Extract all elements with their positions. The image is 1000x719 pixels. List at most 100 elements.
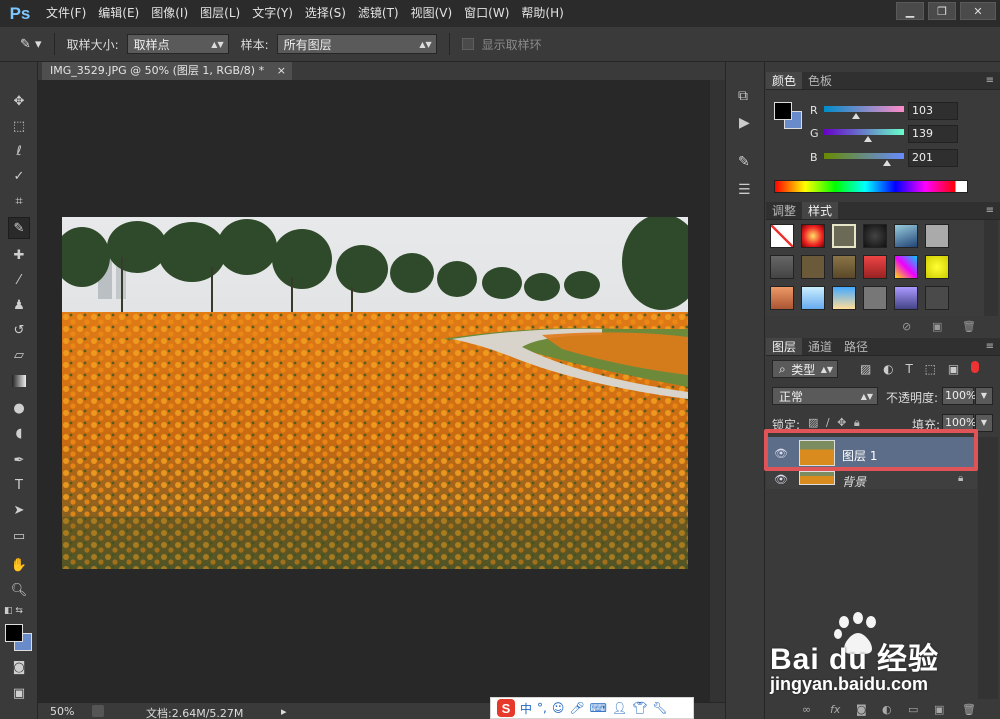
shape-tool-icon[interactable]: ▭ xyxy=(8,525,30,547)
keyboard-icon[interactable]: ⌨ xyxy=(590,701,607,715)
visibility-eye-icon[interactable]: 👁︎ xyxy=(774,473,788,486)
tab-color[interactable]: 颜色 xyxy=(766,72,803,89)
sogou-logo[interactable]: S xyxy=(497,699,515,717)
delete-style-icon[interactable]: 🗑︎ xyxy=(962,320,976,333)
panel-menu-icon[interactable]: ≡ xyxy=(986,341,994,352)
style-cell[interactable] xyxy=(832,286,856,310)
zoom-level[interactable]: 50% xyxy=(50,705,74,718)
wrench-icon[interactable]: 🔧︎ xyxy=(652,701,667,715)
adjustment-layer-icon[interactable]: ◐ xyxy=(882,703,892,716)
close-button[interactable]: ✕ xyxy=(960,2,996,20)
history-panel-icon[interactable]: ⧉ xyxy=(738,88,748,104)
delete-layer-icon[interactable]: 🗑︎ xyxy=(962,703,976,716)
menu-view[interactable]: 视图(V) xyxy=(405,0,459,27)
style-cell[interactable] xyxy=(801,224,825,248)
hand-tool-icon[interactable]: ✋ xyxy=(8,554,30,576)
red-knob[interactable] xyxy=(852,113,861,119)
style-cell[interactable] xyxy=(894,255,918,279)
foreground-color-swatch[interactable] xyxy=(5,624,23,642)
lock-position-icon[interactable]: ✥ xyxy=(837,416,846,429)
menu-window[interactable]: 窗口(W) xyxy=(458,0,515,27)
smart-filter-icon[interactable]: ▣ xyxy=(948,362,959,376)
opacity-dropdown-icon[interactable]: ▼ xyxy=(975,387,993,405)
menu-select[interactable]: 选择(S) xyxy=(299,0,352,27)
layer-filter-select[interactable]: ⌕ 类型 ▲▼ xyxy=(772,360,838,378)
history-brush-tool-icon[interactable]: ↺ xyxy=(8,319,30,341)
move-tool-icon[interactable]: ✥ xyxy=(8,90,30,112)
ime-punct[interactable]: °, xyxy=(537,701,547,715)
menu-image[interactable]: 图像(I) xyxy=(145,0,194,27)
style-cell[interactable] xyxy=(894,224,918,248)
tab-adjustments[interactable]: 调整 xyxy=(766,202,802,219)
green-track[interactable] xyxy=(824,129,904,135)
link-layers-icon[interactable]: ∞ xyxy=(802,703,811,716)
style-cell[interactable] xyxy=(832,255,856,279)
tab-styles[interactable]: 样式 xyxy=(802,202,839,219)
eraser-tool-icon[interactable]: ▱ xyxy=(8,344,30,366)
panel-menu-icon[interactable]: ≡ xyxy=(986,75,994,86)
green-knob[interactable] xyxy=(863,136,872,142)
menu-type[interactable]: 文字(Y) xyxy=(246,0,299,27)
status-info-icon[interactable] xyxy=(92,705,104,717)
crop-tool-icon[interactable]: ⌗ xyxy=(8,190,30,212)
emoji-icon[interactable]: ☺ xyxy=(552,701,565,715)
marquee-tool-icon[interactable]: ⬚ xyxy=(8,115,30,137)
canvas-area[interactable] xyxy=(38,80,710,702)
menu-layer[interactable]: 图层(L) xyxy=(194,0,246,27)
style-cell[interactable] xyxy=(770,286,794,310)
red-track[interactable] xyxy=(824,106,904,112)
style-cell[interactable] xyxy=(770,255,794,279)
color-spectrum-bar[interactable] xyxy=(774,180,968,193)
sample-size-select[interactable]: 取样点 ▲▼ xyxy=(126,34,229,54)
new-group-icon[interactable]: ▭ xyxy=(908,703,918,716)
eyedropper-preset-icon[interactable]: ✎ ▾ xyxy=(20,37,42,52)
path-select-tool-icon[interactable]: ➤ xyxy=(8,499,30,521)
menu-filter[interactable]: 滤镜(T) xyxy=(352,0,405,27)
opacity-input[interactable]: 100% xyxy=(942,387,976,405)
quick-select-tool-icon[interactable]: ✓ xyxy=(8,165,30,187)
style-cell[interactable] xyxy=(925,286,949,310)
fx-icon[interactable]: fx xyxy=(830,703,840,716)
type-tool-icon[interactable]: T xyxy=(8,474,30,496)
ime-mode[interactable]: 中 xyxy=(520,700,532,717)
dodge-tool-icon[interactable]: ◖ xyxy=(8,422,30,444)
style-cell[interactable] xyxy=(894,286,918,310)
adjust-filter-icon[interactable]: ◐ xyxy=(883,362,893,376)
healing-brush-tool-icon[interactable]: ✚ xyxy=(8,244,30,266)
zoom-tool-icon[interactable]: 🔍︎ xyxy=(8,579,30,601)
style-none[interactable] xyxy=(770,224,794,248)
green-value-input[interactable]: 139 xyxy=(908,125,958,143)
close-tab-icon[interactable]: × xyxy=(277,62,286,80)
microphone-icon[interactable]: 🎤︎ xyxy=(569,701,584,715)
lock-pixels-icon[interactable]: ▨ xyxy=(808,416,818,429)
pen-tool-icon[interactable]: ✒ xyxy=(8,449,30,471)
brush-tool-icon[interactable]: ⁄ xyxy=(8,269,30,291)
gradient-tool-icon[interactable] xyxy=(8,370,30,392)
blue-value-input[interactable]: 201 xyxy=(908,149,958,167)
add-mask-icon[interactable]: ◙ xyxy=(856,703,867,716)
pixel-filter-icon[interactable]: ▨ xyxy=(860,362,871,376)
filter-toggle-icon[interactable] xyxy=(971,361,979,373)
lock-paint-icon[interactable]: ∕ xyxy=(826,416,830,429)
layer-row-background[interactable]: 👁︎ 背景 🔒︎ xyxy=(766,471,977,489)
clone-stamp-tool-icon[interactable]: ♟ xyxy=(8,294,30,316)
screen-mode-icon[interactable]: ▣ xyxy=(8,682,30,704)
tab-paths[interactable]: 路径 xyxy=(838,338,874,355)
menu-help[interactable]: 帮助(H) xyxy=(515,0,569,27)
blend-mode-select[interactable]: 正常 ▲▼ xyxy=(772,387,878,405)
layer-name[interactable]: 背景 xyxy=(842,473,866,490)
style-cell[interactable] xyxy=(925,255,949,279)
brush-panel-icon[interactable]: ✎ xyxy=(738,154,750,170)
minimize-button[interactable]: ▁ xyxy=(896,2,924,20)
skin-icon[interactable]: 👕︎ xyxy=(632,701,647,715)
sample-select[interactable]: 所有图层 ▲▼ xyxy=(276,34,437,54)
tab-layers[interactable]: 图层 xyxy=(766,338,803,355)
red-value-input[interactable]: 103 xyxy=(908,102,958,120)
style-cell[interactable] xyxy=(832,224,856,248)
status-arrow-icon[interactable]: ▸ xyxy=(281,705,287,718)
document-tab[interactable]: IMG_3529.JPG @ 50% (图层 1, RGB/8) * × xyxy=(42,62,292,80)
type-filter-icon[interactable]: T xyxy=(905,362,912,376)
blue-knob[interactable] xyxy=(883,160,892,166)
lasso-tool-icon[interactable]: ℓ xyxy=(8,140,30,162)
actions-panel-icon[interactable]: ▶ xyxy=(739,115,750,131)
